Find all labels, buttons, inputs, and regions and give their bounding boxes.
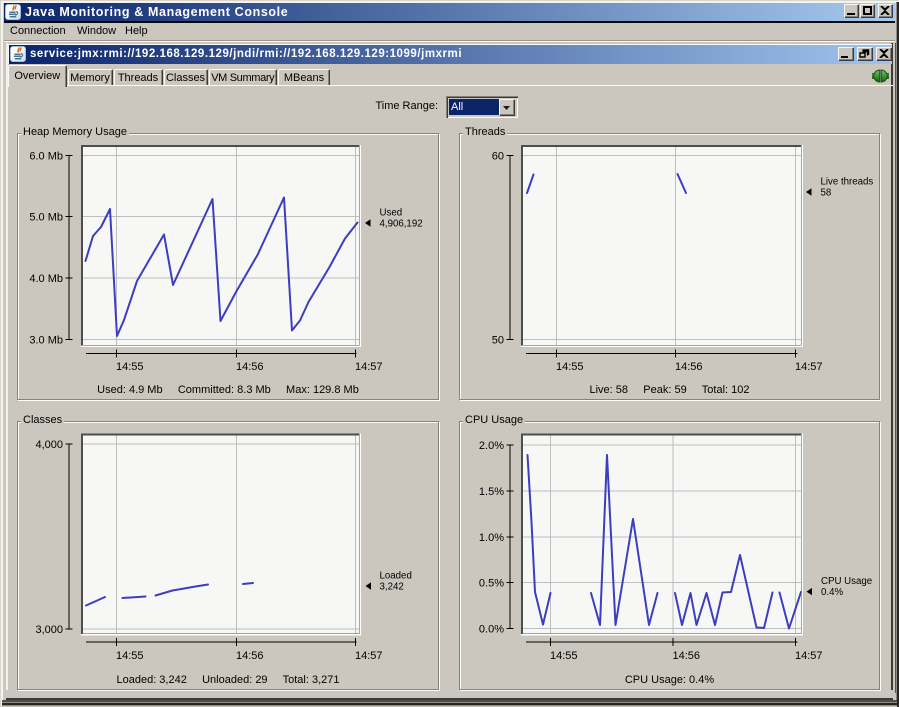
svg-text:0.0%: 0.0% xyxy=(479,624,504,636)
svg-text:0.4%: 0.4% xyxy=(821,587,843,598)
svg-text:14:55: 14:55 xyxy=(116,361,144,373)
svg-text:14:57: 14:57 xyxy=(355,361,383,373)
svg-text:2.0%: 2.0% xyxy=(479,440,504,452)
svg-text:CPU Usage: CPU Usage xyxy=(821,576,872,587)
svg-text:14:56: 14:56 xyxy=(236,650,264,662)
svg-text:3,000: 3,000 xyxy=(35,624,63,636)
svg-text:4.0 Mb: 4.0 Mb xyxy=(29,273,63,285)
svg-text:6.0 Mb: 6.0 Mb xyxy=(29,151,63,163)
svg-text:Live threads: Live threads xyxy=(821,177,874,188)
svg-text:0.5%: 0.5% xyxy=(479,578,504,590)
svg-text:Loaded: Loaded xyxy=(380,571,412,582)
svg-text:1.5%: 1.5% xyxy=(479,486,504,498)
svg-text:14:57: 14:57 xyxy=(795,361,823,373)
svg-text:50: 50 xyxy=(492,335,504,347)
svg-text:14:56: 14:56 xyxy=(675,361,703,373)
svg-text:1.0%: 1.0% xyxy=(479,532,504,544)
svg-text:4,000: 4,000 xyxy=(35,439,63,451)
svg-text:14:56: 14:56 xyxy=(673,650,701,662)
svg-text:14:55: 14:55 xyxy=(550,650,578,662)
svg-text:14:55: 14:55 xyxy=(556,361,584,373)
svg-text:14:56: 14:56 xyxy=(236,361,264,373)
svg-text:Used: Used xyxy=(380,208,403,219)
svg-text:58: 58 xyxy=(821,188,832,199)
svg-text:14:57: 14:57 xyxy=(355,650,383,662)
svg-text:14:57: 14:57 xyxy=(795,650,823,662)
svg-text:3.0 Mb: 3.0 Mb xyxy=(29,335,63,347)
svg-text:14:55: 14:55 xyxy=(116,650,144,662)
svg-text:5.0 Mb: 5.0 Mb xyxy=(29,212,63,224)
svg-text:4,906,192: 4,906,192 xyxy=(380,219,423,230)
svg-text:60: 60 xyxy=(492,151,504,163)
svg-text:3,242: 3,242 xyxy=(380,582,404,593)
